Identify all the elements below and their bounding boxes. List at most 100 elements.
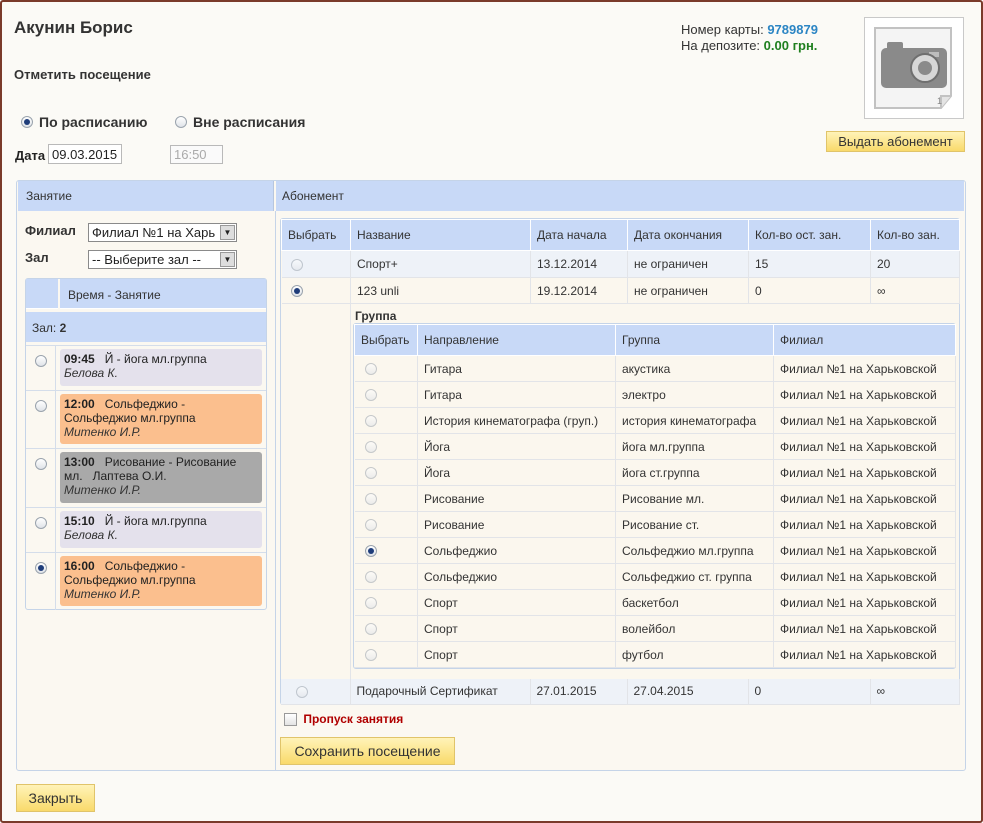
subscription-row[interactable]: Спорт+ 13.12.2014 не ограничен 15 20 xyxy=(281,250,960,278)
group-row[interactable]: Спорт волейбол Филиал №1 на Харьковской xyxy=(354,615,956,642)
lesson-radio[interactable] xyxy=(35,400,47,412)
hall-select-value: -- Выберите зал -- xyxy=(92,252,202,267)
subscription-total: 20 xyxy=(870,250,960,278)
group-row[interactable]: Рисование Рисование ст. Филиал №1 на Харьк… xyxy=(354,511,956,538)
close-button[interactable]: Закрыть xyxy=(16,784,95,812)
lesson-card[interactable]: 16:00 Сольфеджио - Сольфеджио мл.группа … xyxy=(60,556,262,606)
lesson-radio[interactable] xyxy=(35,562,47,574)
group-radio[interactable] xyxy=(364,623,377,636)
group-direction: Рисование xyxy=(417,485,616,512)
group-row[interactable]: Гитара акустика Филиал №1 на Харьковской xyxy=(354,355,956,382)
group-radio[interactable] xyxy=(364,519,377,532)
group-col-group: Группа xyxy=(615,324,774,356)
subscription-row[interactable]: 123 unli 19.12.2014 не ограничен 0 ∞ xyxy=(281,277,960,304)
group-row[interactable]: Сольфеджио Сольфеджио мл.группа Филиал №1 … xyxy=(354,537,956,564)
subscription-row[interactable]: Подарочный Сертификат 27.01.2015 27.04.2… xyxy=(281,679,960,705)
group-radio[interactable] xyxy=(364,389,377,402)
lesson-radio[interactable] xyxy=(35,517,47,529)
subscription-radio[interactable] xyxy=(296,686,308,699)
save-visit-button[interactable]: Сохранить посещение xyxy=(280,737,455,765)
group-branch: Филиал №1 на Харьковской xyxy=(773,537,956,564)
group-table-body: Выбрать Направление Группа Филиал Гитара… xyxy=(354,324,956,668)
group-name: электро xyxy=(615,381,774,408)
group-radio[interactable] xyxy=(364,363,377,376)
lesson-row[interactable]: 12:00 Сольфеджио - Сольфеджио мл.группа … xyxy=(26,390,266,448)
group-radio[interactable] xyxy=(364,571,377,584)
group-name: Рисование ст. xyxy=(615,511,774,538)
group-branch: Филиал №1 на Харьковской xyxy=(773,615,956,642)
group-row[interactable]: Спорт футбол Филиал №1 на Харьковской xyxy=(354,641,956,668)
client-photo[interactable]: 1 xyxy=(864,17,964,119)
group-radio[interactable] xyxy=(364,649,377,662)
lesson-card[interactable]: 12:00 Сольфеджио - Сольфеджио мл.группа … xyxy=(60,394,262,444)
group-name: акустика xyxy=(615,355,774,382)
group-row[interactable]: Гитара электро Филиал №1 на Харьковской xyxy=(354,381,956,408)
lesson-row[interactable]: 16:00 Сольфеджио - Сольфеджио мл.группа … xyxy=(26,552,266,610)
hall-select[interactable]: -- Выберите зал -- ▼ xyxy=(88,250,237,269)
group-radio[interactable] xyxy=(364,545,377,558)
lesson-time: 12:00 xyxy=(64,397,95,411)
hall-row: Зал: 2 xyxy=(26,312,266,342)
skip-lesson[interactable]: Пропуск занятия xyxy=(284,712,403,727)
group-branch: Филиал №1 на Харьковской xyxy=(773,563,956,590)
group-branch: Филиал №1 на Харьковской xyxy=(773,355,956,382)
group-radio[interactable] xyxy=(364,441,377,454)
group-name: история кинематографа xyxy=(615,407,774,434)
mode-scheduled-radio[interactable] xyxy=(21,116,33,129)
skip-lesson-checkbox[interactable] xyxy=(284,713,297,727)
group-branch: Филиал №1 на Харьковской xyxy=(773,407,956,434)
group-radio[interactable] xyxy=(364,467,377,480)
issue-subscription-button[interactable]: Выдать абонемент xyxy=(826,131,965,152)
subscription-radio[interactable] xyxy=(290,285,303,298)
group-row[interactable]: История кинематографа (груп.) история кин… xyxy=(354,407,956,434)
subscription-total: ∞ xyxy=(870,277,960,304)
lesson-radio[interactable] xyxy=(35,458,47,470)
schedule-header-select-cell xyxy=(26,279,60,309)
lesson-card[interactable]: 13:00 Рисование - Рисование мл. Лаптева … xyxy=(60,452,262,503)
hall-row-label: Зал: xyxy=(32,321,57,335)
subscription-end: не ограничен xyxy=(627,277,749,304)
section-divider xyxy=(275,211,276,770)
group-name: йога ст.группа xyxy=(615,459,774,486)
lesson-row[interactable]: 15:10 Й - йога мл.группа Белова К. xyxy=(26,507,266,552)
group-row[interactable]: Спорт баскетбол Филиал №1 на Харьковской xyxy=(354,589,956,616)
group-radio[interactable] xyxy=(364,597,377,610)
camera-icon: 1 xyxy=(874,27,952,109)
lesson-row[interactable]: 13:00 Рисование - Рисование мл. Лаптева … xyxy=(26,448,266,507)
date-label: Дата xyxy=(15,148,46,163)
group-radio[interactable] xyxy=(364,493,377,506)
group-branch: Филиал №1 на Харьковской xyxy=(773,511,956,538)
subscription-name: 123 unli xyxy=(350,277,531,304)
deposit-label: На депозите: xyxy=(681,38,761,53)
subscription-end: 27.04.2015 xyxy=(627,679,749,705)
group-branch: Филиал №1 на Харьковской xyxy=(773,485,956,512)
mode-unscheduled[interactable]: Вне расписания xyxy=(175,114,305,130)
lesson-extra: Лаптева О.И. xyxy=(92,469,167,483)
group-row[interactable]: Йога йога ст.группа Филиал №1 на Харьковск… xyxy=(354,459,956,486)
subscription-section-header: Абонемент xyxy=(276,181,964,211)
card-number-label: Номер карты: xyxy=(681,22,764,37)
lesson-card[interactable]: 09:45 Й - йога мл.группа Белова К. xyxy=(60,349,262,386)
mode-unscheduled-label: Вне расписания xyxy=(193,114,306,130)
lesson-radio[interactable] xyxy=(35,355,47,367)
mode-unscheduled-radio[interactable] xyxy=(175,116,187,129)
subscription-radio[interactable] xyxy=(290,258,303,271)
lesson-row[interactable]: 09:45 Й - йога мл.группа Белова К. xyxy=(26,345,266,390)
group-row[interactable]: Рисование Рисование мл. Филиал №1 на Харьк… xyxy=(354,485,956,512)
card-info: Номер карты: 9789879 На депозите: 0.00 г… xyxy=(681,22,818,54)
lesson-teacher: Белова К. xyxy=(64,528,118,542)
group-radio[interactable] xyxy=(364,415,377,428)
group-direction: Гитара xyxy=(417,381,616,408)
date-input[interactable] xyxy=(48,144,122,164)
chevron-down-icon: ▼ xyxy=(220,252,235,267)
lesson-time: 15:10 xyxy=(64,514,95,528)
lesson-card[interactable]: 15:10 Й - йога мл.группа Белова К. xyxy=(60,511,262,548)
branch-select[interactable]: Филиал №1 на Харь ▼ xyxy=(88,223,237,242)
subscription-left: 15 xyxy=(748,250,871,278)
card-number: 9789879 xyxy=(767,22,818,37)
group-name: Рисование мл. xyxy=(615,485,774,512)
group-row[interactable]: Сольфеджио Сольфеджио ст. группа Филиал №1… xyxy=(354,563,956,590)
subscription-start: 19.12.2014 xyxy=(530,277,628,304)
mode-scheduled[interactable]: По расписанию xyxy=(21,114,147,130)
group-row[interactable]: Йога йога мл.группа Филиал №1 на Харьковск… xyxy=(354,433,956,460)
